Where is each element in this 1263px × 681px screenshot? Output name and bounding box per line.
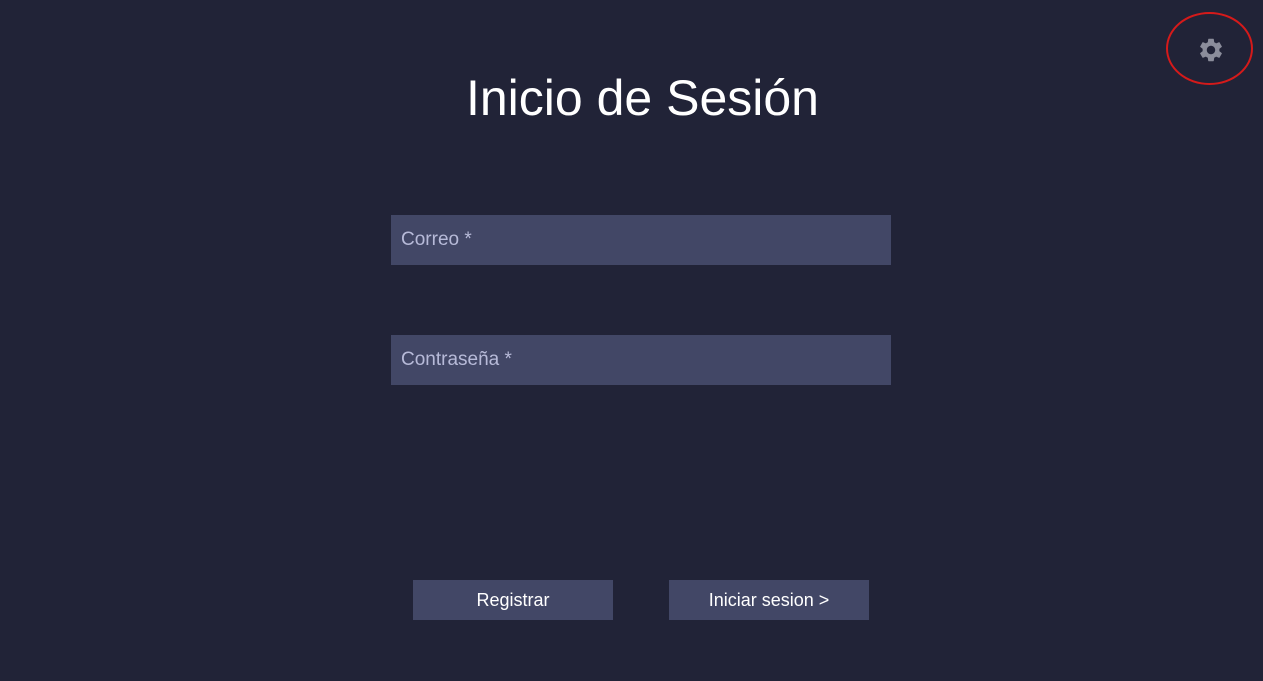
gear-icon (1200, 38, 1222, 62)
login-page: Inicio de Sesión Registrar Iniciar sesio… (0, 0, 1263, 681)
register-button[interactable]: Registrar (413, 580, 613, 620)
login-button[interactable]: Iniciar sesion > (669, 580, 869, 620)
password-field[interactable] (391, 335, 891, 385)
page-title: Inicio de Sesión (465, 70, 819, 126)
settings-button[interactable] (1196, 35, 1226, 65)
email-field[interactable] (391, 215, 891, 265)
